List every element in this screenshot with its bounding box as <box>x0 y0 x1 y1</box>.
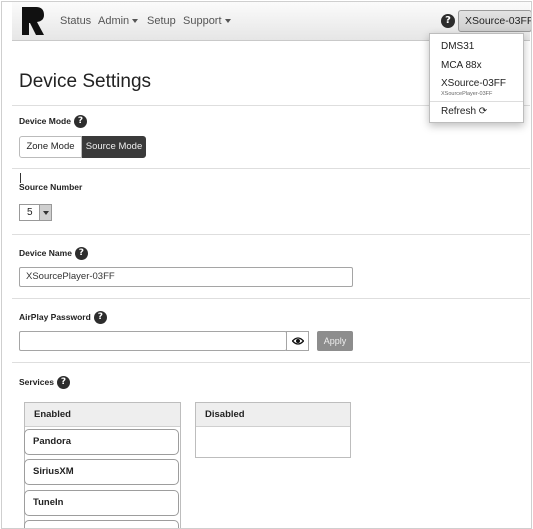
device-name-label-text: Device Name <box>19 247 72 258</box>
source-number-label: Source Number <box>19 182 83 192</box>
brand-logo[interactable] <box>22 7 44 35</box>
section-divider <box>12 234 530 235</box>
nav-support-label: Support <box>183 15 222 27</box>
section-divider <box>12 362 530 363</box>
disabled-services-panel: Disabled <box>195 402 351 458</box>
device-menu-item-mca88x[interactable]: MCA 88x <box>441 60 482 71</box>
caret-down-icon <box>132 19 139 24</box>
section-divider <box>12 168 530 169</box>
source-number-select[interactable]: 5 <box>19 204 52 221</box>
device-mode-toggle: Zone Mode Source Mode <box>19 136 146 158</box>
device-dropdown-menu: DMS31 MCA 88x XSource-03FF XSourcePlayer… <box>429 33 524 123</box>
menu-divider <box>430 101 523 102</box>
nav-setup[interactable]: Setup <box>147 15 176 27</box>
service-item-siriusxm[interactable]: SiriusXM <box>24 459 179 485</box>
help-icon[interactable]: ? <box>74 247 88 260</box>
refresh-label: Refresh <box>441 106 477 117</box>
source-mode-button[interactable]: Source Mode <box>82 136 146 158</box>
enabled-services-panel: Enabled Pandora SiriusXM TuneIn <box>24 402 181 528</box>
nav-status-label: Status <box>60 15 92 27</box>
nav-admin-label: Admin <box>98 15 130 27</box>
airplay-password-label: AirPlay Password? <box>19 311 107 324</box>
nav-admin[interactable]: Admin <box>98 15 139 27</box>
service-item-partial[interactable] <box>24 520 179 528</box>
nav-setup-label: Setup <box>147 15 176 27</box>
service-item-pandora[interactable]: Pandora <box>24 429 179 455</box>
nav-support[interactable]: Support <box>183 15 231 27</box>
disabled-services-header: Disabled <box>196 403 350 427</box>
device-selector-button[interactable]: XSource-03FF <box>458 10 532 32</box>
enabled-services-header: Enabled <box>25 403 180 427</box>
device-menu-item-dms31[interactable]: DMS31 <box>441 41 474 52</box>
refresh-icon: ⟳ <box>478 106 488 117</box>
section-divider <box>12 298 530 299</box>
help-icon[interactable]: ? <box>93 311 107 324</box>
page-title: Device Settings <box>19 71 152 92</box>
device-menu-item-xsource[interactable]: XSource-03FF <box>441 78 506 89</box>
device-name-input[interactable]: XSourcePlayer-03FF <box>19 267 353 287</box>
zone-mode-button[interactable]: Zone Mode <box>19 136 82 158</box>
eye-icon <box>291 337 304 345</box>
caret-down-icon <box>224 19 231 24</box>
services-label-text: Services <box>19 376 54 387</box>
device-mode-label-text: Device Mode <box>19 115 71 126</box>
help-icon[interactable]: ? <box>56 376 70 389</box>
source-number-value: 5 <box>27 207 33 218</box>
show-password-button[interactable] <box>286 331 309 351</box>
device-mode-label: Device Mode? <box>19 115 87 128</box>
apply-button[interactable]: Apply <box>317 331 353 351</box>
device-selector-label: XSource-03FF <box>465 15 532 27</box>
device-menu-item-xsource-sublabel: XSourcePlayer-03FF <box>441 91 493 97</box>
select-arrow-icon <box>39 205 51 220</box>
device-menu-refresh[interactable]: Refresh ⟳ <box>441 106 487 117</box>
airplay-password-input[interactable] <box>19 331 287 351</box>
app-frame: Status Admin Setup Support ? XSource-03F… <box>1 1 532 529</box>
services-label: Services? <box>19 376 70 389</box>
help-icon[interactable]: ? <box>441 14 455 28</box>
airplay-password-label-text: AirPlay Password <box>19 311 91 322</box>
device-name-label: Device Name? <box>19 247 88 260</box>
help-icon[interactable]: ? <box>73 115 87 128</box>
nav-status[interactable]: Status <box>60 15 91 27</box>
service-item-tunein[interactable]: TuneIn <box>24 490 179 516</box>
